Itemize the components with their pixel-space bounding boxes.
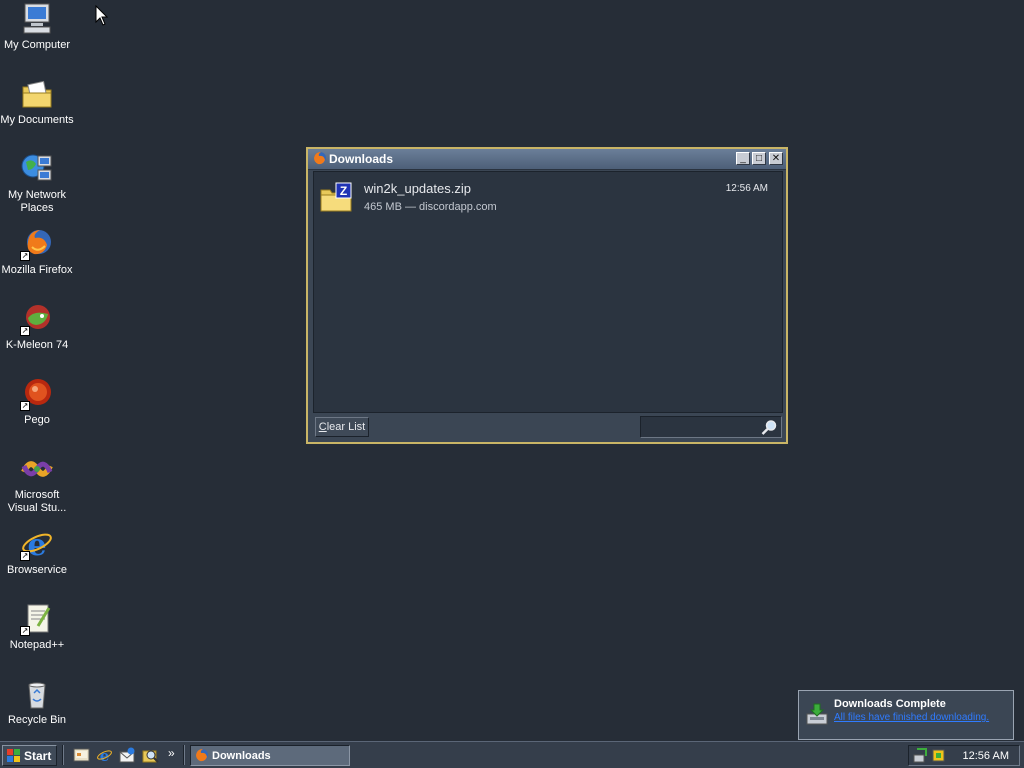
quick-launch-overflow-chevron[interactable]: » [168,746,175,760]
desktop-icon-label: My Computer [3,39,71,51]
clear-list-label: lear List [326,421,366,433]
desktop-icon-label: Recycle Bin [7,714,67,726]
desktop-icon-label: Microsoft Visual Stu... [7,489,67,514]
desktop-icon-label: K-Meleon 74 [5,339,69,351]
desktop-icon-recycle-bin[interactable]: Recycle Bin [0,677,74,727]
shortcut-arrow-icon: ↗ [20,326,30,336]
desktop-icon-pego[interactable]: ↗ Pego [0,377,74,427]
downloads-window: Downloads _ □ ✕ Z win2k_updates.zip 465 … [306,147,788,444]
window-title: Downloads [329,152,394,166]
desktop-icon-label: Browservice [7,564,67,576]
system-tray: 12:56 AM [908,745,1020,766]
search-icon[interactable] [761,419,778,436]
notification-title: Downloads Complete [834,698,946,710]
svg-text:e: e [27,528,46,561]
network-globe-icon [20,152,54,186]
taskbar-separator [62,745,64,765]
shortcut-arrow-icon: ↗ [20,251,30,261]
minimize-icon: _ [740,153,746,164]
downloads-list: Z win2k_updates.zip 465 MB — discordapp.… [313,171,783,413]
desktop-icon-browservice[interactable]: e ↗ Browservice [0,527,74,577]
firefox-icon [314,152,326,165]
desktop-icon-label: Mozilla Firefox [1,264,73,276]
zip-badge-letter: Z [340,184,347,198]
desktop-icon-label: My Network Places [7,189,67,214]
svg-text:e: e [100,747,110,764]
desktop-icon-label: Pego [24,414,50,426]
taskbar: Start e » Downloads 12:56 AM [0,741,1024,768]
taskbar-button-downloads[interactable]: Downloads [190,745,350,766]
desktop-icon-k-meleon[interactable]: ↗ K-Meleon 74 [0,302,74,352]
firefox-icon [196,749,208,762]
visual-studio-icon [20,452,54,486]
zip-file-icon: Z [320,182,352,212]
downloads-complete-notification[interactable]: Downloads Complete All files have finish… [798,690,1014,740]
window-titlebar[interactable]: Downloads _ □ ✕ [308,149,786,170]
taskbar-button-label: Downloads [212,750,271,762]
download-filename: win2k_updates.zip [364,181,471,196]
desktop-icon-label: My Documents [0,114,74,126]
desktop-icon-label: Notepad++ [9,639,65,651]
maximize-icon: □ [755,153,763,164]
desktop-icon-visual-studio[interactable]: Microsoft Visual Stu... [0,452,74,515]
clear-list-button[interactable]: Clear List [315,417,369,437]
volume-tray-icon[interactable] [931,748,946,763]
close-icon: ✕ [771,153,781,164]
minimize-button[interactable]: _ [736,152,750,165]
desktop-icon-my-computer[interactable]: My Computer [0,2,74,52]
start-label: Start [24,749,52,763]
shortcut-arrow-icon: ↗ [20,626,30,636]
pego-icon: ↗ [20,377,54,411]
recycle-bin-icon [20,677,54,711]
show-desktop-icon[interactable] [73,747,90,764]
clear-list-accel: C [318,421,327,433]
desktop-icon-mozilla-firefox[interactable]: ↗ Mozilla Firefox [0,227,74,277]
desktop-icon-notepad-plus-plus[interactable]: ↗ Notepad++ [0,602,74,652]
k-meleon-icon: ↗ [20,302,54,336]
desktop-icon-my-documents[interactable]: My Documents [0,77,74,127]
outlook-express-icon[interactable] [119,747,136,764]
internet-explorer-icon: e ↗ [20,527,54,563]
shortcut-arrow-icon: ↗ [20,401,30,411]
shortcut-arrow-icon: ↗ [20,551,30,561]
firefox-icon: ↗ [20,227,54,261]
maximize-button[interactable]: □ [752,152,766,165]
windows-logo-icon [7,749,20,762]
internet-explorer-icon[interactable]: e [96,747,113,764]
desktop-icon-my-network-places[interactable]: My Network Places [0,152,74,215]
network-tray-icon[interactable] [913,748,928,763]
download-complete-icon [806,703,828,725]
start-button[interactable]: Start [2,745,57,766]
taskbar-separator [183,745,185,765]
download-item[interactable]: Z win2k_updates.zip 465 MB — discordapp.… [320,180,776,216]
notification-message-link[interactable]: All files have finished downloading. [834,712,989,723]
clock: 12:56 AM [962,750,1009,762]
window-footer: Clear List [313,414,782,438]
download-time: 12:56 AM [725,183,768,194]
my-computer-icon [20,2,54,36]
folder-documents-icon [20,77,54,111]
mouse-cursor-icon [95,5,109,26]
search-explorer-icon[interactable] [142,747,159,764]
notepad-plus-plus-icon: ↗ [20,602,54,636]
search-input[interactable] [640,416,782,438]
download-meta: 465 MB — discordapp.com [364,201,497,213]
close-button[interactable]: ✕ [769,152,783,165]
